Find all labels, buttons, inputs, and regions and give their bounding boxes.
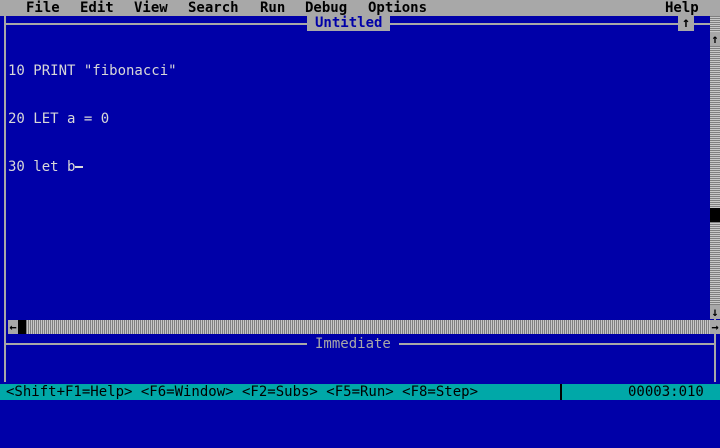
status-divider [560, 384, 562, 400]
vertical-scrollbar[interactable]: ↑ ↓ [710, 16, 720, 319]
menu-edit[interactable]: Edit [80, 0, 114, 16]
code-line: 20 LET a = 0 [8, 111, 110, 127]
code-line-text: 30 let b [8, 159, 76, 175]
code-line: 10 PRINT "fibonacci" [8, 63, 177, 79]
text-cursor [75, 166, 84, 168]
menu-run[interactable]: Run [260, 0, 285, 16]
menu-debug[interactable]: Debug [305, 0, 347, 16]
scroll-down-icon[interactable]: ↓ [710, 305, 720, 319]
editor-title: Untitled [307, 15, 391, 31]
horizontal-scrollbar[interactable]: ← → [8, 320, 720, 334]
menu-bar: File Edit View Search Run Debug Options … [0, 0, 720, 16]
status-bar: <Shift+F1=Help> <F6=Window> <F2=Subs> <F… [0, 384, 720, 400]
menu-view[interactable]: View [134, 0, 168, 16]
scroll-right-icon[interactable]: → [710, 320, 720, 334]
scroll-up-icon[interactable]: ↑ [710, 32, 720, 46]
vertical-scroll-thumb[interactable] [710, 208, 720, 222]
cursor-position: 00003:010 [628, 384, 704, 400]
immediate-title: Immediate [307, 336, 399, 352]
status-shortcuts[interactable]: <Shift+F1=Help> <F6=Window> <F2=Subs> <F… [6, 384, 478, 400]
menu-file[interactable]: File [26, 0, 60, 16]
menu-search[interactable]: Search [188, 0, 239, 16]
code-line-current: 30 let b [8, 159, 177, 175]
scroll-left-icon[interactable]: ← [8, 320, 18, 334]
maximize-icon[interactable]: ↑ [678, 15, 694, 31]
menu-options[interactable]: Options [368, 0, 427, 16]
code-area[interactable]: 10 PRINT "fibonacci" 20 LET a = 0 30 let… [8, 31, 177, 191]
horizontal-scroll-thumb[interactable] [18, 320, 26, 334]
menu-help[interactable]: Help [665, 0, 699, 16]
